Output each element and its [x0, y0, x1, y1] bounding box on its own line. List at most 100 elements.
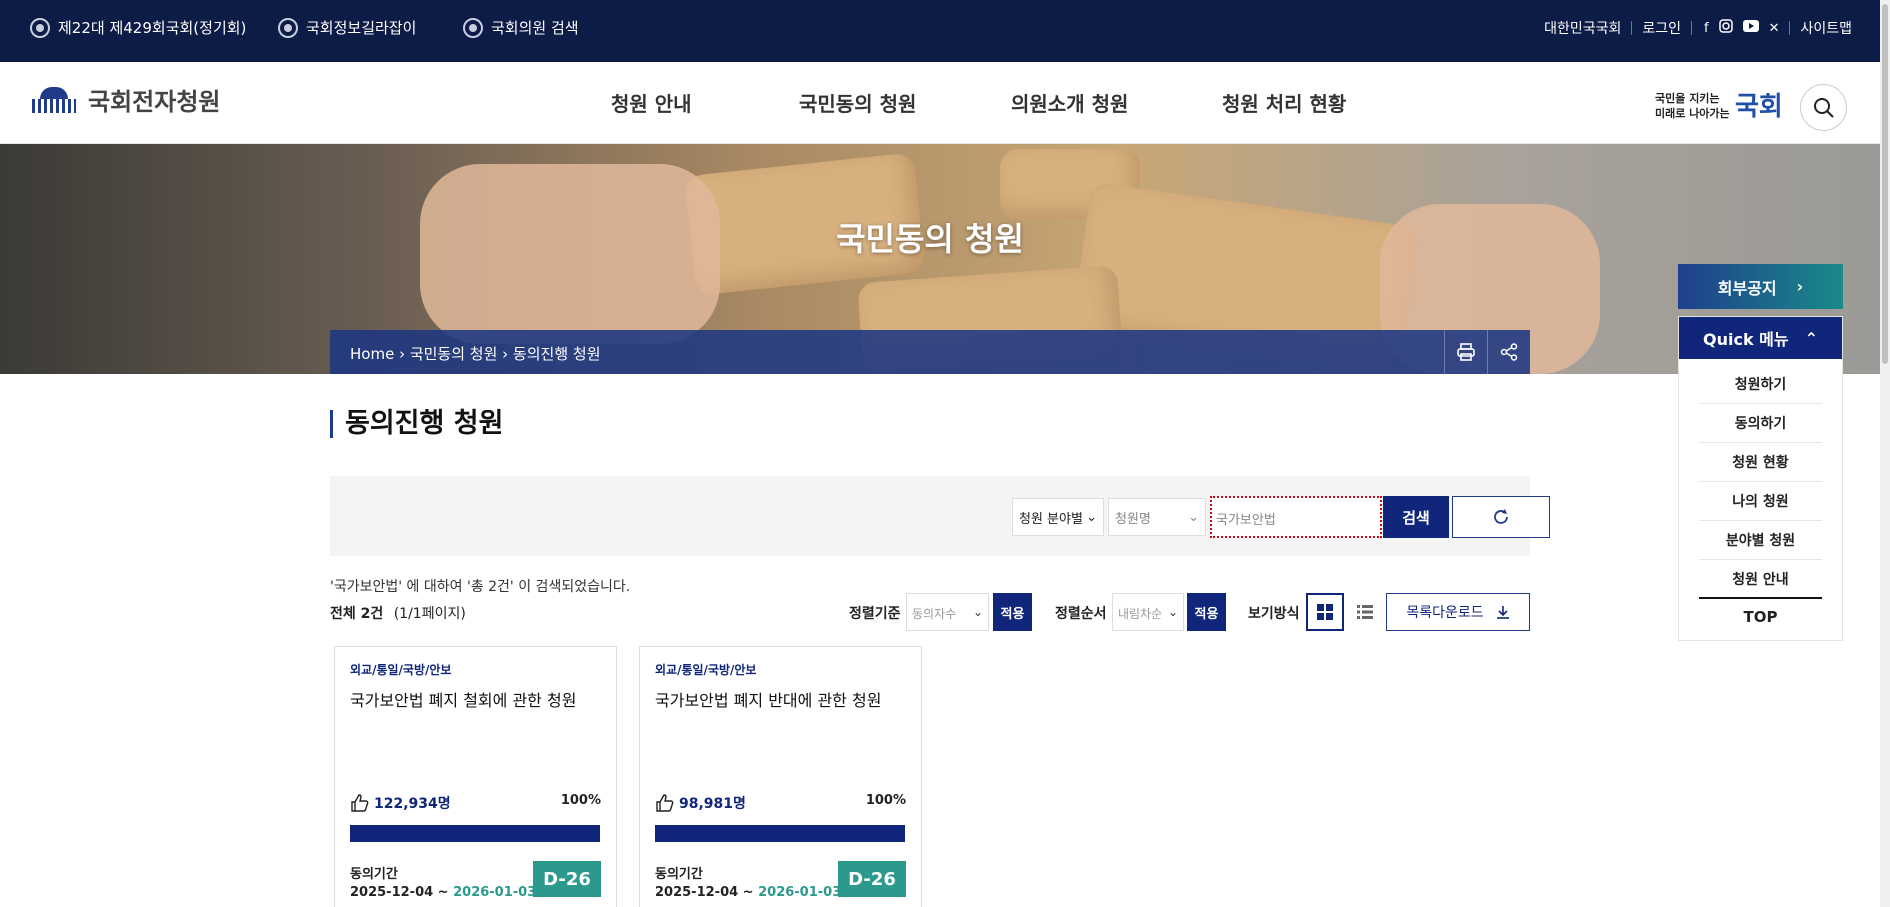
page-title: 동의진행 청원 — [330, 410, 503, 438]
assembly-slogan-logo[interactable]: 국민을 지키는 미래로 나아가는 국회 — [1655, 86, 1785, 122]
consent-progress-bar — [350, 825, 600, 842]
scroll-top-button[interactable]: TOP — [1679, 599, 1842, 635]
card-period-end: 2026-01-03 — [758, 885, 842, 900]
search-result-message: '국가보안법' 에 대하여 '총 2건' 이 검색되었습니다. — [330, 579, 631, 595]
top-link-session[interactable]: 제22대 제429회국회(정기회) — [30, 17, 246, 38]
hero-banner: 국민동의 청원 Home › 국민동의 청원 › 동의진행 청원 — [0, 144, 1880, 374]
quick-item-guide[interactable]: 청원 안내 — [1699, 560, 1822, 599]
print-icon — [1457, 343, 1475, 361]
result-total: 전체 2건 (1/1페이지) — [330, 603, 466, 623]
download-icon — [1496, 606, 1509, 619]
quick-menu: Quick 메뉴 ⌃ 청원하기 동의하기 청원 현황 나의 청원 분야별 청원 … — [1678, 316, 1843, 641]
card-period: 2025-12-04 ~ 2026-01-03 — [655, 885, 841, 900]
grid-icon — [1317, 604, 1333, 620]
card-count-value: 122,934명 — [374, 796, 451, 812]
quick-item-consent[interactable]: 동의하기 — [1699, 404, 1822, 443]
x-icon[interactable]: ✕ — [1769, 21, 1780, 36]
card-period-label: 동의기간 — [350, 867, 398, 882]
thumbs-up-icon — [351, 794, 369, 812]
search-field-select[interactable]: 청원명 ⌄ — [1108, 498, 1206, 536]
sort-select[interactable]: 동의자수 ⌄ — [906, 593, 989, 631]
slogan-line-1: 국민을 지키는 — [1655, 92, 1720, 105]
quick-item-status[interactable]: 청원 현황 — [1699, 443, 1822, 482]
search-panel: 청원 분야별 ⌄ 청원명 ⌄ 국가보안법 검색 — [330, 476, 1550, 556]
breadcrumb[interactable]: Home › 국민동의 청원 › 동의진행 청원 — [350, 343, 601, 364]
sitemap-link[interactable]: 사이트맵 — [1800, 18, 1852, 38]
instagram-icon[interactable] — [1718, 19, 1733, 37]
chevron-up-icon: ⌃ — [1804, 328, 1819, 348]
refresh-icon — [1494, 509, 1508, 524]
chevron-down-icon: ⌄ — [1188, 509, 1199, 525]
order-select-value: 내림차순 — [1118, 607, 1163, 621]
share-button[interactable] — [1487, 330, 1530, 374]
quick-menu-title: Quick 메뉴 — [1702, 330, 1789, 349]
youtube-icon[interactable] — [1742, 20, 1759, 36]
login-link[interactable]: 로그인 — [1642, 18, 1681, 38]
nav-public-consent-petition[interactable]: 국민동의 청원 — [799, 88, 916, 117]
sort-apply-button[interactable]: 적용 — [993, 593, 1032, 631]
divider — [1631, 21, 1633, 35]
quick-item-by-field[interactable]: 분야별 청원 — [1699, 521, 1822, 560]
list-view-button[interactable] — [1346, 593, 1384, 631]
page-scrollbar[interactable] — [1880, 0, 1890, 907]
assembly-building-icon — [30, 85, 78, 115]
nav-petition-status[interactable]: 청원 처리 현황 — [1222, 88, 1346, 117]
download-list-button[interactable]: 목록다운로드 — [1386, 593, 1530, 631]
petition-card[interactable]: 외교/통일/국방/안보 국가보안법 폐지 철회에 관한 청원 122,934명 … — [334, 646, 617, 907]
card-dday-badge: D-26 — [838, 861, 906, 897]
referral-notice-button[interactable]: 회부공지 › — [1678, 264, 1843, 309]
category-select-value: 청원 분야별 — [1019, 511, 1083, 527]
sns-links: f ✕ — [1704, 19, 1779, 37]
grid-view-button[interactable] — [1306, 593, 1344, 631]
hero-title: 국민동의 청원 — [836, 220, 1024, 258]
card-title[interactable]: 국가보안법 폐지 반대에 관한 청원 — [655, 687, 881, 711]
chevron-down-icon: ⌄ — [1167, 605, 1178, 619]
top-link-guide[interactable]: 국회정보길라잡이 — [278, 17, 416, 38]
site-header: 국회전자청원 청원 안내 국민동의 청원 의원소개 청원 청원 처리 현황 국민… — [0, 62, 1880, 144]
nav-petition-guide[interactable]: 청원 안내 — [611, 88, 692, 117]
quick-item-petition[interactable]: 청원하기 — [1699, 365, 1822, 404]
top-link-label: 제22대 제429회국회(정기회) — [58, 19, 247, 37]
card-dday-badge: D-26 — [533, 861, 601, 897]
slogan-big: 국회 — [1735, 92, 1783, 122]
page-info: (1/1페이지) — [393, 606, 466, 622]
card-period-end: 2026-01-03 — [453, 885, 537, 900]
reset-button[interactable] — [1452, 496, 1550, 538]
chevron-down-icon: ⌄ — [972, 605, 983, 619]
print-button[interactable] — [1444, 330, 1487, 374]
list-icon — [1357, 605, 1373, 619]
order-apply-button[interactable]: 적용 — [1187, 593, 1226, 631]
category-select[interactable]: 청원 분야별 ⌄ — [1012, 498, 1104, 536]
site-logo[interactable]: 국회전자청원 — [30, 82, 220, 117]
card-percent: 100% — [865, 793, 906, 808]
chevron-down-icon: ⌄ — [1086, 509, 1097, 525]
card-category: 외교/통일/국방/안보 — [350, 663, 452, 677]
search-button[interactable] — [1800, 84, 1847, 131]
card-period-start: 2025-12-04 ~ — [350, 885, 449, 900]
facebook-icon[interactable]: f — [1704, 21, 1709, 36]
link-national-assembly[interactable]: 대한민국국회 — [1544, 18, 1621, 38]
order-select[interactable]: 내림차순 ⌄ — [1112, 593, 1184, 631]
divider — [1690, 21, 1692, 35]
assembly-emblem-icon — [463, 17, 483, 38]
card-title[interactable]: 국가보안법 폐지 철회에 관한 청원 — [350, 687, 576, 711]
quick-menu-toggle[interactable]: Quick 메뉴 ⌃ — [1679, 317, 1842, 359]
search-input[interactable]: 국가보안법 — [1210, 496, 1382, 538]
nav-member-introduced-petition[interactable]: 의원소개 청원 — [1011, 88, 1128, 117]
petition-card[interactable]: 외교/통일/국방/안보 국가보안법 폐지 반대에 관한 청원 98,981명 1… — [639, 646, 922, 907]
assembly-emblem-icon — [30, 17, 50, 38]
search-submit-button[interactable]: 검색 — [1383, 496, 1449, 538]
card-consent-count: 98,981명 — [655, 793, 746, 813]
search-field-value: 청원명 — [1115, 511, 1151, 527]
scrollbar-thumb[interactable] — [1882, 4, 1888, 364]
top-link-member-search[interactable]: 국회의원 검색 — [463, 17, 579, 38]
view-mode-label: 보기방식 — [1248, 606, 1300, 622]
order-label: 정렬순서 — [1055, 606, 1107, 622]
quick-item-my-petition[interactable]: 나의 청원 — [1699, 482, 1822, 521]
card-category: 외교/통일/국방/안보 — [655, 663, 757, 677]
card-count-value: 98,981명 — [679, 796, 746, 812]
consent-progress-bar — [655, 825, 905, 842]
card-consent-count: 122,934명 — [350, 793, 451, 813]
notice-label: 회부공지 — [1717, 278, 1777, 298]
sort-select-value: 동의자수 — [912, 607, 957, 621]
